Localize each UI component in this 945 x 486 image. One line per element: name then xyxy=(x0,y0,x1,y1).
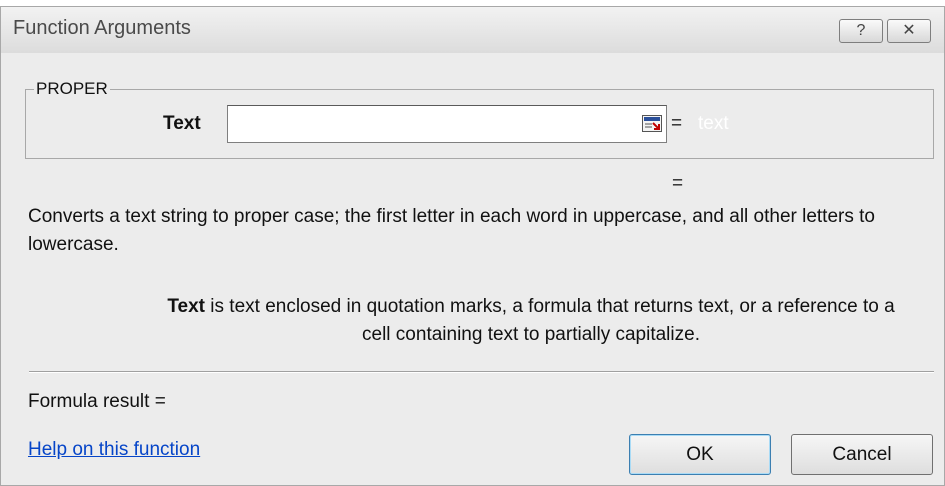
argument-equals-sign: = xyxy=(671,113,683,134)
argument-help-body: is text enclosed in quotation marks, a f… xyxy=(205,296,895,345)
argument-help-text: Text is text enclosed in quotation marks… xyxy=(161,293,901,349)
function-name: PROPER xyxy=(36,79,108,98)
ok-button[interactable]: OK xyxy=(629,434,771,475)
divider xyxy=(29,371,934,373)
argument-field[interactable] xyxy=(227,105,667,143)
argument-text-input[interactable] xyxy=(230,108,634,140)
dialog-title: Function Arguments xyxy=(13,17,191,39)
dialog-titlebar: Function Arguments ? ✕ xyxy=(1,7,944,53)
function-arguments-dialog: Function Arguments ? ✕ PROPER Text = tex… xyxy=(0,6,945,486)
close-button[interactable]: ✕ xyxy=(887,19,931,43)
help-button[interactable]: ? xyxy=(839,19,883,43)
function-result-equals-sign: = xyxy=(672,173,684,194)
collapse-dialog-icon[interactable] xyxy=(642,115,662,132)
argument-label: Text xyxy=(163,113,201,134)
function-description: Converts a text string to proper case; t… xyxy=(28,206,875,255)
argument-result-value: text xyxy=(698,113,729,134)
formula-result: Formula result = xyxy=(28,391,166,412)
argument-help-name: Text xyxy=(167,296,206,317)
cancel-button[interactable]: Cancel xyxy=(791,434,933,475)
help-on-function-link[interactable]: Help on this function xyxy=(28,439,200,461)
